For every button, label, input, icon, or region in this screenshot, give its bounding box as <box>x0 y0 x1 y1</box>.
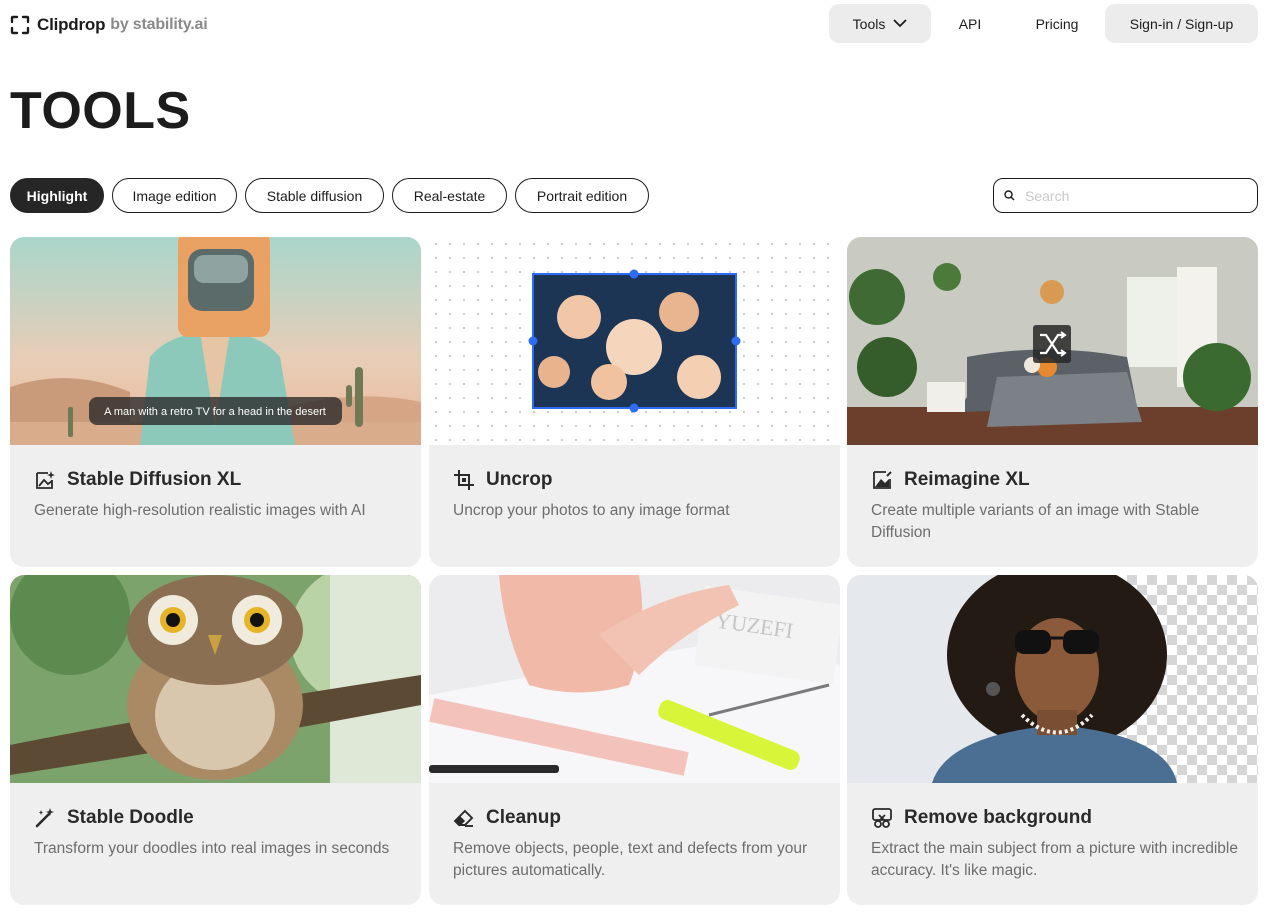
filter-image-edition[interactable]: Image edition <box>112 178 237 213</box>
card-description: Generate high-resolution realistic image… <box>34 502 366 519</box>
crop-icon <box>454 470 474 490</box>
magic-wand-icon <box>35 808 54 828</box>
clipdrop-logo-icon <box>10 15 30 35</box>
card-description: Uncrop your photos to any image format <box>453 502 730 519</box>
search-input[interactable] <box>1023 186 1247 205</box>
tool-card-stable-doodle[interactable]: Stable Doodle Transform your doodles int… <box>10 575 421 905</box>
brand-by: by stability.ai <box>110 16 208 33</box>
page-title: TOOLS <box>10 82 191 140</box>
tool-card-cleanup[interactable]: YUZEFI Cleanup Remove objects, people, t… <box>429 575 840 905</box>
card-description: Remove objects, people, text and defects… <box>453 840 808 879</box>
filter-portrait-edition[interactable]: Portrait edition <box>515 178 649 213</box>
brand-name: Clipdrop <box>37 15 106 34</box>
api-link[interactable]: API <box>931 4 1009 43</box>
chevron-down-icon <box>893 19 907 28</box>
cleanup-preview-image: YUZEFI <box>429 575 840 783</box>
eraser-icon <box>453 809 474 827</box>
card-title: Stable Diffusion XL <box>67 469 242 490</box>
card-title: Cleanup <box>486 807 561 828</box>
reimagine-preview-image <box>847 237 1258 445</box>
card-title-row: Stable Doodle <box>34 807 194 829</box>
image-edit-icon <box>873 471 892 489</box>
tools-menu-button[interactable]: Tools <box>829 4 931 43</box>
card-description: Transform your doodles into real images … <box>34 840 390 857</box>
image-caption: A man with a retro TV for a head in the … <box>104 406 326 418</box>
stable-doodle-preview-image <box>10 575 421 783</box>
remove-background-preview-image <box>847 575 1258 783</box>
card-description: Extract the main subject from a picture … <box>871 840 1238 879</box>
tools-label: Tools <box>852 15 886 32</box>
clipdrop-logo[interactable]: Clipdrop by stability.ai <box>10 12 208 38</box>
image-sparkle-icon <box>36 471 55 489</box>
tool-card-stable-diffusion-xl[interactable]: A man with a retro TV for a head in the … <box>10 237 421 567</box>
card-title-row: Cleanup <box>453 807 561 829</box>
tool-card-uncrop[interactable]: Uncrop Uncrop your photos to any image f… <box>429 237 840 567</box>
uncrop-preview-image <box>429 237 840 445</box>
filter-stable-diffusion[interactable]: Stable diffusion <box>245 178 384 213</box>
search-box[interactable] <box>993 178 1258 213</box>
card-title-row: Remove background <box>871 807 1092 829</box>
card-title: Uncrop <box>486 469 553 490</box>
card-title: Remove background <box>904 807 1092 828</box>
card-title-row: Reimagine XL <box>871 469 1030 491</box>
stable-diffusion-preview-image: A man with a retro TV for a head in the … <box>10 237 421 445</box>
main-nav: Tools API Pricing Sign-in / Sign-up <box>829 4 1258 43</box>
pricing-link[interactable]: Pricing <box>1009 4 1105 43</box>
filter-chips: Highlight Image edition Stable diffusion… <box>10 178 657 213</box>
card-title: Reimagine XL <box>904 469 1030 490</box>
card-title-row: Stable Diffusion XL <box>34 469 241 491</box>
tool-card-reimagine-xl[interactable]: Reimagine XL Create multiple variants of… <box>847 237 1258 567</box>
search-icon <box>1004 190 1015 201</box>
sign-in-button[interactable]: Sign-in / Sign-up <box>1105 4 1258 43</box>
card-title: Stable Doodle <box>67 807 194 828</box>
scissors-icon <box>872 808 892 828</box>
card-title-row: Uncrop <box>453 469 553 491</box>
top-header: Clipdrop by stability.ai Tools API Prici… <box>0 0 1273 50</box>
filter-real-estate[interactable]: Real-estate <box>392 178 507 213</box>
card-description: Create multiple variants of an image wit… <box>871 502 1200 541</box>
filter-highlight[interactable]: Highlight <box>10 178 104 213</box>
tool-card-remove-background[interactable]: Remove background Extract the main subje… <box>847 575 1258 905</box>
